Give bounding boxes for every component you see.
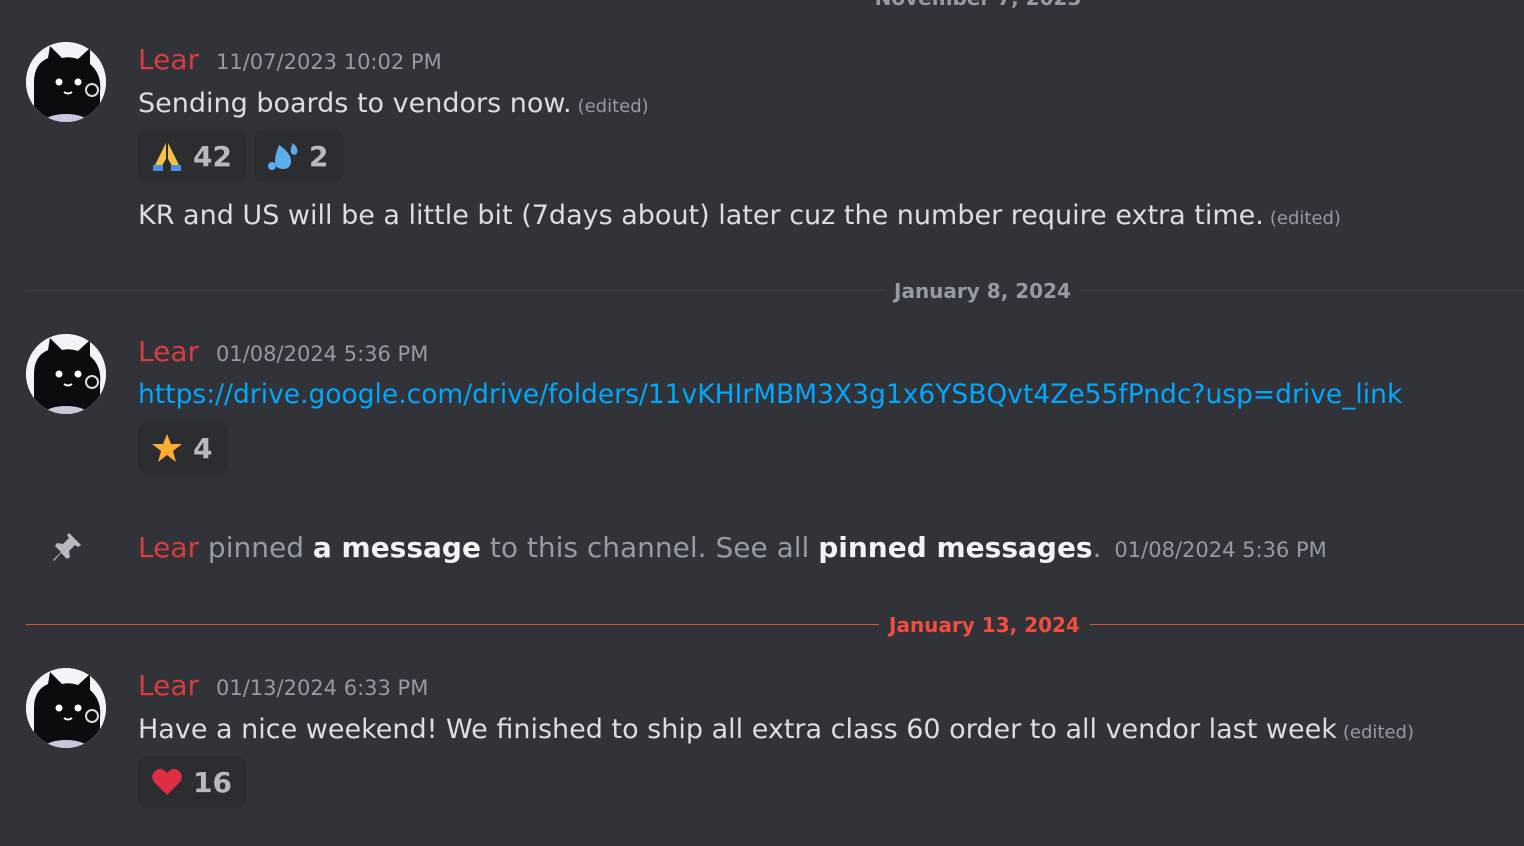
reaction-count: 16 <box>193 765 232 799</box>
message-text: KR and US will be a little bit (7days ab… <box>138 202 1341 229</box>
reaction-count: 42 <box>193 139 232 173</box>
date-divider-label: November 7, 2023 <box>0 0 1524 10</box>
message-timestamp: 11/07/2023 10:02 PM <box>216 50 442 74</box>
message-author[interactable]: Lear <box>138 672 199 700</box>
edited-label: (edited) <box>1342 722 1414 743</box>
pinned-messages-link[interactable]: pinned messages <box>818 531 1092 564</box>
reaction-sweat-drops[interactable]: 2 <box>254 130 344 182</box>
message-text: Sending boards to vendors now. (edited) <box>138 90 649 117</box>
reaction-star[interactable]: 4 <box>138 422 228 474</box>
cat-avatar-icon <box>26 42 106 122</box>
avatar[interactable] <box>26 42 106 122</box>
new-messages-divider-line <box>26 624 1524 625</box>
heart-icon <box>151 767 183 797</box>
message-content: Sending boards to vendors now. <box>138 88 572 119</box>
new-messages-divider-label: January 13, 2024 <box>879 613 1090 637</box>
reaction-folded-hands[interactable]: 42 <box>138 130 246 182</box>
pin-notice: Lear pinned a message to this channel. S… <box>138 531 1327 564</box>
pin-text: pinned <box>207 531 304 564</box>
message-text: https://drive.google.com/drive/folders/1… <box>138 379 1402 410</box>
reaction-heart[interactable]: 16 <box>138 756 246 808</box>
sweat-drops-icon <box>267 141 299 171</box>
cat-avatar-icon <box>26 334 106 414</box>
edited-label: (edited) <box>1269 208 1341 229</box>
message-author[interactable]: Lear <box>138 338 199 366</box>
pinned-message-link[interactable]: a message <box>313 531 481 564</box>
pin-icon <box>50 530 84 568</box>
reaction-count: 2 <box>309 139 329 173</box>
message-timestamp: 01/13/2024 6:33 PM <box>216 676 429 700</box>
folded-hands-icon <box>151 141 183 171</box>
message-author[interactable]: Lear <box>138 46 199 74</box>
message-timestamp: 01/08/2024 5:36 PM <box>216 342 429 366</box>
message-text: Have a nice weekend! We finished to ship… <box>138 716 1414 743</box>
avatar[interactable] <box>26 334 106 414</box>
reaction-count: 4 <box>193 431 213 465</box>
star-icon <box>151 433 183 463</box>
date-divider-line <box>26 290 1524 291</box>
message-content: KR and US will be a little bit (7days ab… <box>138 200 1264 231</box>
cat-avatar-icon <box>26 668 106 748</box>
pin-text: to this channel. See all <box>489 531 810 564</box>
date-divider-label: January 8, 2024 <box>884 279 1081 303</box>
edited-label: (edited) <box>577 96 649 117</box>
pin-author[interactable]: Lear <box>138 531 199 564</box>
message-content: Have a nice weekend! We finished to ship… <box>138 714 1337 745</box>
avatar[interactable] <box>26 668 106 748</box>
pin-timestamp: 01/08/2024 5:36 PM <box>1114 538 1327 562</box>
drive-link[interactable]: https://drive.google.com/drive/folders/1… <box>138 379 1402 410</box>
pin-period: . <box>1092 531 1102 564</box>
